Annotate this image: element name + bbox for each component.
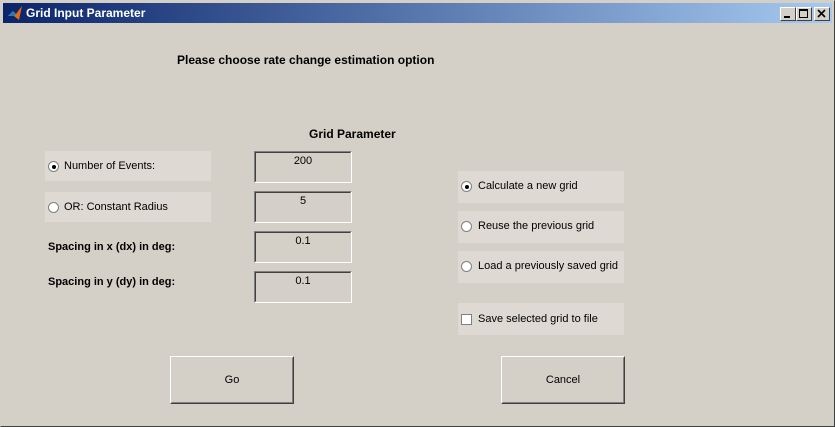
matlab-icon	[8, 6, 22, 20]
minimize-icon	[784, 16, 790, 18]
save-grid-label: Save selected grid to file	[478, 313, 598, 325]
load-saved-grid-option[interactable]: Load a previously saved grid	[458, 251, 624, 283]
window-title: Grid Input Parameter	[26, 6, 146, 20]
spacing-x-label: Spacing in x (dx) in deg:	[48, 241, 176, 253]
constant-radius-option[interactable]: OR: Constant Radius	[45, 192, 211, 222]
number-of-events-option[interactable]: Number of Events:	[45, 151, 211, 181]
dialog-window: Grid Input Parameter Please choose rate …	[0, 0, 835, 427]
constant-radius-field[interactable]: 5	[254, 191, 352, 223]
save-grid-option[interactable]: Save selected grid to file	[458, 303, 624, 335]
spacing-y-label: Spacing in y (dy) in deg:	[48, 276, 176, 288]
title-bar[interactable]: Grid Input Parameter	[3, 3, 832, 23]
constant-radius-radio[interactable]	[48, 202, 59, 213]
minimize-button[interactable]	[780, 7, 796, 21]
spacing-y-field[interactable]: 0.1	[254, 271, 352, 303]
number-of-events-field[interactable]: 200	[254, 151, 352, 183]
calculate-new-grid-option[interactable]: Calculate a new grid	[458, 171, 624, 203]
maximize-icon	[799, 9, 808, 18]
number-of-events-radio[interactable]	[48, 161, 59, 172]
load-saved-grid-radio[interactable]	[461, 261, 472, 272]
dialog-body: Please choose rate change estimation opt…	[3, 25, 832, 424]
number-of-events-label: Number of Events:	[64, 160, 156, 172]
grid-parameter-title: Grid Parameter	[309, 127, 396, 141]
reuse-previous-grid-option[interactable]: Reuse the previous grid	[458, 211, 624, 243]
reuse-previous-grid-radio[interactable]	[461, 221, 472, 232]
calculate-new-grid-label: Calculate a new grid	[478, 180, 578, 192]
instruction-text: Please choose rate change estimation opt…	[177, 53, 435, 67]
reuse-previous-grid-label: Reuse the previous grid	[478, 220, 595, 232]
calculate-new-grid-radio[interactable]	[461, 181, 472, 192]
close-button[interactable]	[814, 7, 830, 21]
cancel-button[interactable]: Cancel	[501, 356, 625, 404]
load-saved-grid-label: Load a previously saved grid	[478, 260, 619, 272]
spacing-x-field[interactable]: 0.1	[254, 231, 352, 263]
constant-radius-label: OR: Constant Radius	[64, 201, 168, 213]
maximize-button[interactable]	[796, 7, 812, 21]
save-grid-checkbox[interactable]	[461, 314, 472, 325]
close-icon	[817, 9, 826, 18]
go-button[interactable]: Go	[170, 356, 294, 404]
